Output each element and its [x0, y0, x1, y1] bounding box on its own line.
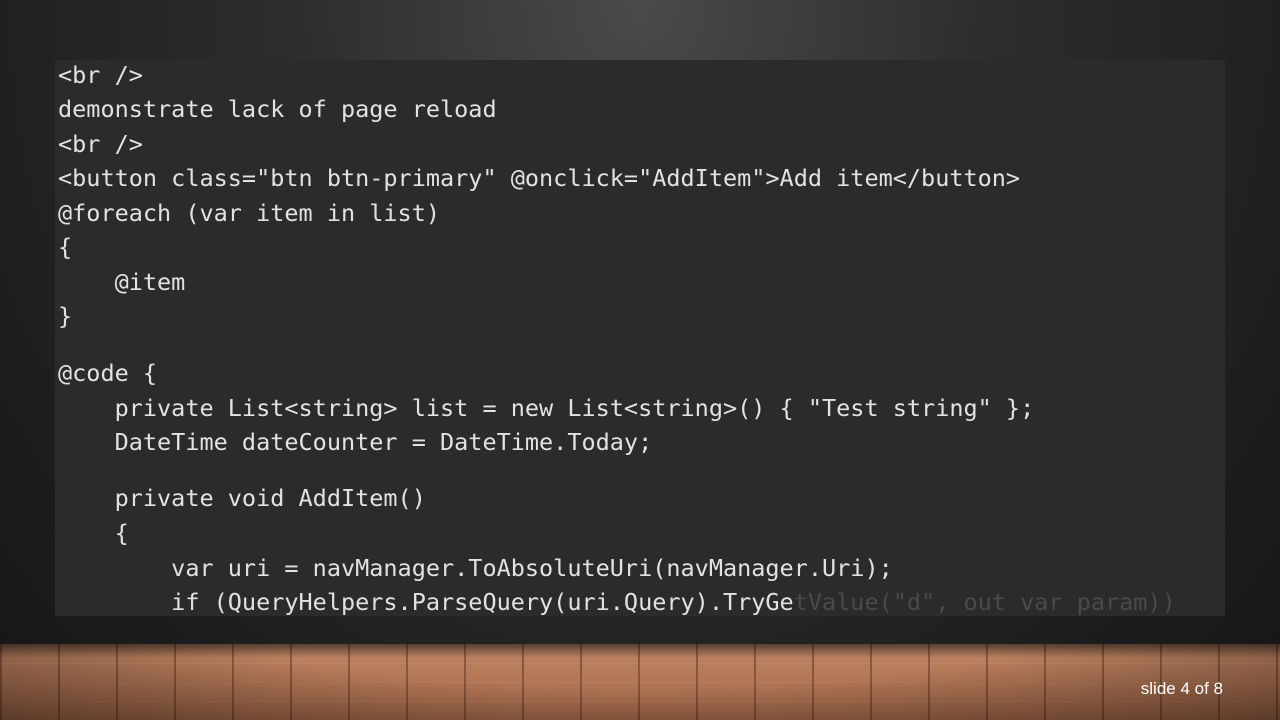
code-line-truncated: if (QueryHelpers.ParseQuery(uri.Query).T… — [58, 587, 1176, 616]
slide-counter: slide 4 of 8 — [1140, 679, 1223, 698]
code-block: <br /> demonstrate lack of page reload <… — [55, 60, 1225, 616]
code-line: var uri = navManager.ToAbsoluteUri(navMa… — [58, 554, 893, 582]
code-line: demonstrate lack of page reload — [58, 95, 497, 123]
code-line: @foreach (var item in list) — [58, 199, 441, 227]
slide: <br /> demonstrate lack of page reload <… — [0, 0, 1280, 720]
code-line: <br /> — [58, 61, 143, 89]
code-line: } — [58, 302, 73, 330]
code-line: DateTime dateCounter = DateTime.Today; — [58, 428, 653, 456]
code-line: private void AddItem() — [58, 484, 426, 512]
code-line: @code { — [58, 359, 158, 387]
floor-vignette — [0, 644, 1280, 720]
wood-floor-background — [0, 644, 1280, 720]
code-line: private List<string> list = new List<str… — [58, 394, 1035, 422]
code-line-visible-part: if (QueryHelpers.ParseQuery(uri.Query).T… — [58, 588, 794, 616]
code-line: <button class="btn btn-primary" @onclick… — [58, 164, 1021, 192]
code-line-faded-part: tValue("d", out var param)) — [793, 588, 1176, 616]
code-line: <br /> — [58, 130, 143, 158]
code-line: @item — [58, 268, 186, 296]
code-line: { — [58, 519, 129, 547]
code-line: { — [58, 233, 73, 261]
